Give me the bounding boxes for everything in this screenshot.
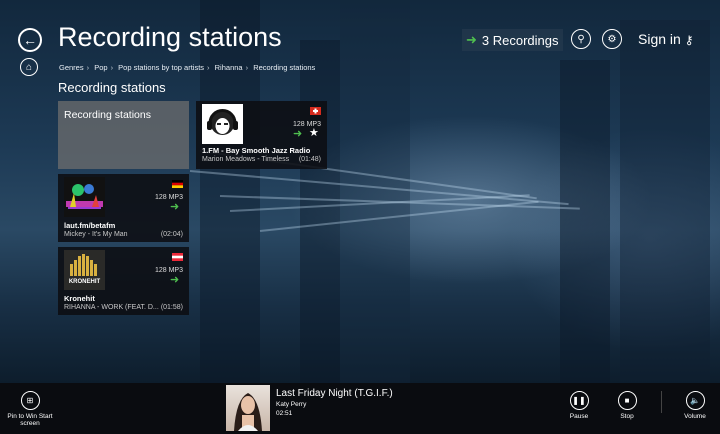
gear-icon: ⚙ <box>607 33 617 45</box>
station-quality: 128 MP3 <box>154 267 183 274</box>
breadcrumb-genres[interactable]: Genres <box>59 63 84 72</box>
pause-label: Pause <box>569 413 589 420</box>
station-tile[interactable]: KRONEHIT 128 MP3 ➜ Kronehit RIHANNA - WO… <box>58 247 189 315</box>
tile-recording-stations[interactable]: Recording stations <box>58 101 189 169</box>
pause-button[interactable]: ❚❚ Pause <box>566 391 592 420</box>
flag-icon <box>310 107 321 115</box>
settings-button[interactable]: ⚙ <box>602 29 622 49</box>
breadcrumb-pop-by-artists[interactable]: Pop stations by top artists <box>118 63 204 72</box>
recordings-label: 3 Recordings <box>481 32 559 48</box>
now-playing-artwork <box>226 385 270 431</box>
station-track: Marion Meadows - Timeless <box>202 156 290 163</box>
logo-text: KRONEHIT <box>68 279 101 285</box>
search-icon: ⚲ <box>577 33 585 45</box>
star-icon[interactable]: ★ <box>309 128 319 139</box>
station-logo <box>64 177 105 217</box>
home-button[interactable]: ⌂ <box>20 58 38 76</box>
sign-in-button[interactable]: Sign in ⚷ <box>638 31 694 47</box>
section-title: Recording stations <box>58 80 166 95</box>
now-playing-artist: Katy Perry <box>276 401 307 408</box>
home-icon: ⌂ <box>25 61 33 73</box>
pin-label: Pin to Win Start screen <box>7 413 53 428</box>
pause-icon: ❚❚ <box>569 391 589 410</box>
station-logo <box>202 104 243 144</box>
record-arrow-icon[interactable]: ➜ <box>170 275 179 286</box>
bottom-divider <box>661 391 662 413</box>
now-playing-title: Last Friday Night (T.G.I.F.) <box>276 388 393 399</box>
stop-icon: ■ <box>617 391 637 410</box>
station-name: Kronehit <box>64 294 95 303</box>
pin-icon: ⊞ <box>20 391 40 410</box>
volume-label: Volume <box>684 413 706 420</box>
volume-button[interactable]: 🔈 Volume <box>680 391 710 420</box>
sign-in-label: Sign in <box>638 31 681 47</box>
station-tile[interactable]: 128 MP3 ➜ ★ 1.FM - Bay Smooth Jazz Radio… <box>196 101 327 169</box>
station-name: laut.fm/betafm <box>64 221 116 230</box>
recordings-link[interactable]: ➜ 3 Recordings <box>462 29 563 51</box>
arrow-right-icon: ➜ <box>466 32 477 47</box>
station-track: Mickey - It's My Man <box>64 231 128 238</box>
stop-label: Stop <box>620 413 634 420</box>
station-tile[interactable]: 128 MP3 ➜ laut.fm/betafm Mickey - It's M… <box>58 174 189 242</box>
station-name: 1.FM - Bay Smooth Jazz Radio <box>202 146 311 155</box>
flag-icon <box>172 180 183 188</box>
record-arrow-icon[interactable]: ➜ <box>293 129 302 140</box>
back-button[interactable]: ← <box>18 28 42 52</box>
flag-icon <box>172 253 183 261</box>
station-track: RIHANNA - WORK (FEAT. D... <box>64 304 159 311</box>
breadcrumb: Genres › Pop › Pop stations by top artists… <box>59 63 316 72</box>
station-duration: (02:04) <box>160 231 183 238</box>
pin-to-start-button[interactable]: ⊞ Pin to Win Start screen <box>2 391 58 428</box>
stop-button[interactable]: ■ Stop <box>614 391 640 420</box>
record-arrow-icon[interactable]: ➜ <box>170 202 179 213</box>
breadcrumb-pop[interactable]: Pop <box>94 63 107 72</box>
station-quality: 128 MP3 <box>154 194 183 201</box>
back-icon: ← <box>23 32 37 48</box>
page-title: Recording stations <box>58 22 282 52</box>
station-logo: KRONEHIT <box>64 250 105 290</box>
station-duration: (01:48) <box>298 156 321 163</box>
key-icon: ⚷ <box>684 33 694 47</box>
now-playing-time: 02:51 <box>276 410 293 417</box>
search-button[interactable]: ⚲ <box>571 29 591 49</box>
station-duration: (01:58) <box>160 304 183 311</box>
volume-icon: 🔈 <box>685 391 705 410</box>
tile-label: Recording stations <box>64 109 151 121</box>
breadcrumb-recording-stations: Recording stations <box>253 63 316 72</box>
breadcrumb-rihanna[interactable]: Rihanna <box>215 63 243 72</box>
